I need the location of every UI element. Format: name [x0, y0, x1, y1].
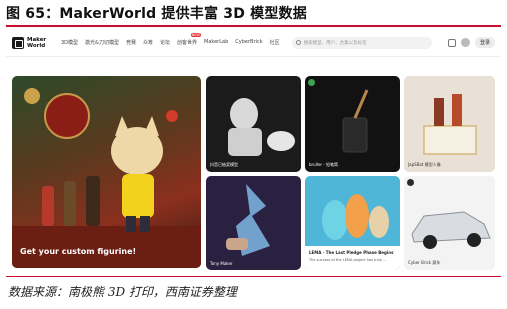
small-figure-3 [86, 176, 100, 226]
card-torch[interactable]: Tony Maker [206, 176, 301, 270]
card-figure-set[interactable]: JapSBot 模型人像 [404, 76, 495, 172]
small-figure-1 [42, 186, 54, 226]
card-pencil-cup-image [342, 89, 369, 153]
card-bust[interactable]: 抖音已抽奖模型 [206, 76, 301, 172]
cake-base [423, 125, 477, 155]
card-torch-caption: Tony Maker [210, 261, 233, 266]
card-figure-set-caption: JapSBot 模型人像 [408, 162, 441, 167]
new-badge: NEW [190, 33, 202, 37]
figure-ear-right [144, 116, 159, 136]
card-bust-image [228, 98, 295, 156]
search-input[interactable]: 搜索模型、用户、合集以及标签 [291, 36, 432, 49]
nav-item-forum[interactable]: 论坛 [160, 39, 170, 46]
card-lema-caption: The success of the LEMA project has trul… [309, 258, 387, 262]
figure-a [434, 98, 444, 126]
vase-blue [322, 200, 348, 240]
logo-icon [12, 36, 24, 49]
bottom-rule [6, 276, 501, 277]
hero-image [12, 88, 201, 268]
figure-title: 图 65：MakerWorld 提供丰富 3D 模型数据 [6, 6, 307, 22]
search-icon [295, 40, 301, 45]
nav-right: 登录 [447, 37, 495, 48]
figure-leg-right [140, 216, 150, 232]
nav-item-laser-models[interactable]: 激光&刀切模型 [85, 39, 119, 46]
figure-ear-left [115, 116, 130, 136]
bust-head [230, 98, 258, 130]
ornament-small [166, 110, 178, 122]
avatar[interactable] [460, 38, 470, 47]
makerworld-screenshot: Maker World 3D模型 激光&刀切模型 竞赛 众筹 论坛 创客世界 NE… [6, 29, 501, 274]
car-wheel-front [423, 235, 437, 249]
nav-item-cyberbrick[interactable]: CyberBrick [235, 39, 262, 46]
figure-leg-left [126, 216, 136, 232]
nav-item-3d-models[interactable]: 3D模型 [61, 39, 78, 46]
card-race-car-caption: Cyber Brick 赛车 [408, 260, 441, 265]
ornament-gold [24, 88, 40, 104]
hand-shape [226, 238, 248, 250]
card-lema-image [305, 194, 400, 270]
upload-icon[interactable] [447, 38, 456, 47]
nav-item-maker-world-label: 创客世界 [177, 40, 198, 46]
small-figure-2 [64, 181, 76, 226]
figure-b [452, 94, 462, 126]
vase-orange [345, 194, 369, 238]
card-bust-caption: 抖音已抽奖模型 [210, 162, 238, 167]
nav-item-crowdfunding[interactable]: 众筹 [143, 39, 153, 46]
nav-item-maker-world[interactable]: 创客世界 NEW [177, 33, 202, 46]
car-wheel-rear [467, 233, 481, 247]
card-race-car-avatar [407, 179, 414, 186]
card-torch-image [226, 184, 270, 256]
login-button[interactable]: 登录 [474, 37, 495, 48]
cup-shape [342, 117, 368, 153]
makerworld-logo[interactable]: Maker World [12, 36, 53, 49]
card-race-car[interactable]: Cyber Brick 赛车 [404, 176, 495, 270]
card-pencil-cup-avatar [308, 79, 315, 86]
nav-menu: 3D模型 激光&刀切模型 竞赛 众筹 论坛 创客世界 NEW MakerLab C… [61, 33, 280, 46]
hero-card[interactable]: Get your custom figurine! [12, 76, 201, 268]
card-figure-set-image [423, 94, 477, 155]
nav-item-makerlab[interactable]: MakerLab [204, 39, 228, 46]
figure-body [122, 174, 154, 218]
search-placeholder: 搜索模型、用户、合集以及标签 [303, 40, 367, 46]
top-rule [6, 25, 501, 27]
figure-source: 数据来源：南极熊 3D 打印，西南证券整理 [8, 285, 237, 299]
card-pencil-cup[interactable]: bruller - 铅笔筒 [305, 76, 400, 172]
nav-item-contest[interactable]: 竞赛 [126, 39, 136, 46]
card-pencil-cup-caption: bruller - 铅笔筒 [309, 162, 339, 167]
top-nav: Maker World 3D模型 激光&刀切模型 竞赛 众筹 论坛 创客世界 NE… [6, 29, 501, 57]
card-lema[interactable]: LEMA - The Last Pledge Phase Begins The … [305, 176, 400, 270]
card-lema-title: LEMA - The Last Pledge Phase Begins [309, 250, 394, 255]
logo-text: Maker World [27, 36, 47, 49]
card-race-car-image [411, 211, 491, 249]
nav-item-community[interactable]: 社区 [270, 39, 280, 46]
vase-cream [369, 206, 389, 238]
hero-caption: Get your custom figurine! [20, 247, 137, 256]
controller-shape [267, 131, 295, 151]
pencil-shape [353, 89, 369, 119]
bust-shoulders [228, 128, 262, 156]
